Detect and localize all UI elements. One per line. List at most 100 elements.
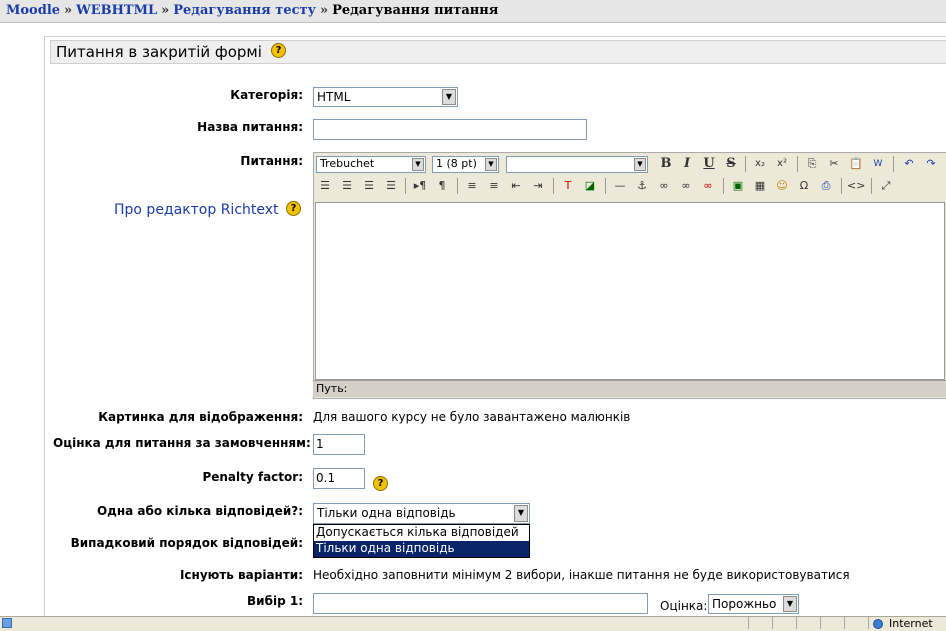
italic-button[interactable]: I bbox=[678, 155, 696, 173]
chevron-down-icon: ▼ bbox=[634, 158, 646, 171]
breadcrumb-course[interactable]: WEBHTML bbox=[76, 3, 157, 18]
breadcrumb-separator: » bbox=[319, 3, 329, 18]
ltr-icon[interactable]: ▸¶ bbox=[411, 177, 429, 195]
breadcrumb-moodle[interactable]: Moodle bbox=[6, 3, 60, 18]
breadcrumb-current: Редагування питання bbox=[332, 3, 499, 18]
chevron-down-icon: ▼ bbox=[412, 158, 424, 171]
style-select[interactable]: ▼ bbox=[506, 156, 648, 173]
image-icon[interactable]: ▣ bbox=[729, 177, 747, 195]
chevron-down-icon: ▼ bbox=[485, 158, 497, 171]
font-value: Trebuchet bbox=[320, 157, 375, 170]
toolbar-divider bbox=[605, 178, 606, 194]
table-icon[interactable]: ▦ bbox=[751, 177, 769, 195]
subscript-button[interactable]: x₂ bbox=[751, 155, 769, 173]
help-icon[interactable]: ? bbox=[271, 43, 286, 58]
toolbar-divider bbox=[553, 178, 554, 194]
text-color-icon[interactable]: T bbox=[559, 177, 577, 195]
size-select[interactable]: 1 (8 pt) ▼ bbox=[432, 156, 499, 173]
rtl-icon[interactable]: ¶ bbox=[433, 177, 451, 195]
left-margin bbox=[0, 23, 44, 616]
default-grade-input[interactable]: 1 bbox=[313, 434, 365, 455]
breadcrumb-edit-quiz[interactable]: Редагування тесту bbox=[173, 3, 316, 18]
paste-text-icon[interactable]: ⎙ bbox=[817, 177, 835, 195]
undo-icon[interactable]: ↶ bbox=[900, 155, 918, 173]
strikethrough-button[interactable]: S bbox=[722, 155, 740, 173]
link-icon[interactable]: ∞ bbox=[655, 177, 673, 195]
category-value: HTML bbox=[317, 90, 351, 104]
shuffle-label: Випадковий порядок відповідей: bbox=[70, 536, 303, 550]
dropdown-option-selected[interactable]: Тільки одна відповідь bbox=[314, 541, 529, 557]
single-answer-label: Одна або кілька відповідей?: bbox=[96, 504, 303, 518]
help-icon[interactable]: ? bbox=[286, 201, 301, 216]
editor-content-area[interactable] bbox=[315, 202, 945, 380]
single-answer-select[interactable]: Тільки одна відповідь ▼ bbox=[313, 503, 530, 524]
page-icon bbox=[2, 618, 12, 628]
chevron-down-icon: ▼ bbox=[442, 89, 456, 105]
nolink-icon[interactable]: ∞ bbox=[699, 177, 717, 195]
variants-text: Необхідно заповнити мінімум 2 вибори, ін… bbox=[313, 568, 850, 582]
category-select[interactable]: HTML ▼ bbox=[313, 87, 458, 107]
dropdown-option[interactable]: Допускається кілька відповідей bbox=[314, 525, 529, 541]
unordered-list-icon[interactable]: ≡ bbox=[485, 177, 503, 195]
editor-path-bar: Путь: bbox=[313, 380, 946, 397]
background-color-icon[interactable]: ◪ bbox=[581, 177, 599, 195]
toolbar-divider bbox=[871, 178, 872, 194]
section-title-text: Питання в закритій формі bbox=[56, 43, 262, 61]
breadcrumb-separator: » bbox=[64, 3, 73, 18]
copy-icon[interactable]: ⎘ bbox=[803, 155, 821, 173]
html-source-icon[interactable]: <> bbox=[847, 177, 865, 195]
toolbar-divider bbox=[841, 178, 842, 194]
chevron-down-icon: ▼ bbox=[783, 596, 797, 612]
redo-icon[interactable]: ↷ bbox=[922, 155, 940, 173]
image-message: Для вашого курсу не було завантажено мал… bbox=[313, 410, 631, 424]
paste-icon[interactable]: 📋 bbox=[847, 155, 865, 173]
anchor-icon[interactable]: ⚓ bbox=[633, 177, 651, 195]
image-label: Картинка для відображення: bbox=[98, 410, 303, 424]
horizontal-rule-icon[interactable]: — bbox=[611, 177, 629, 195]
ordered-list-icon[interactable]: ≡ bbox=[463, 177, 481, 195]
cut-icon[interactable]: ✂ bbox=[825, 155, 843, 173]
fullscreen-icon[interactable]: ⤢ bbox=[877, 177, 895, 195]
richtext-help-link[interactable]: Про редактор Richtext bbox=[114, 202, 279, 218]
penalty-input[interactable]: 0.1 bbox=[313, 468, 365, 489]
indent-icon[interactable]: ⇥ bbox=[529, 177, 547, 195]
toolbar-divider bbox=[405, 178, 406, 194]
default-grade-label: Оцінка для питання за замовченням: bbox=[53, 436, 311, 450]
status-cell bbox=[772, 617, 797, 629]
toolbar-divider bbox=[745, 156, 746, 172]
special-char-icon[interactable]: Ω bbox=[795, 177, 813, 195]
outdent-icon[interactable]: ⇤ bbox=[507, 177, 525, 195]
single-answer-dropdown: Допускається кілька відповідей Тільки од… bbox=[313, 524, 530, 558]
variants-label: Існують варіанти: bbox=[179, 568, 303, 582]
align-right-icon[interactable]: ☰ bbox=[360, 177, 378, 195]
align-left-icon[interactable]: ☰ bbox=[316, 177, 334, 195]
align-center-icon[interactable]: ☰ bbox=[338, 177, 356, 195]
font-select[interactable]: Trebuchet ▼ bbox=[316, 156, 426, 173]
smiley-icon[interactable]: ☺ bbox=[773, 177, 791, 195]
help-icon[interactable]: ? bbox=[373, 476, 388, 491]
editor-path-label: Путь: bbox=[316, 382, 348, 395]
choice-grade-value: Порожньо bbox=[712, 597, 777, 611]
bold-button[interactable]: B bbox=[657, 155, 675, 173]
paste-word-icon[interactable]: W bbox=[869, 155, 887, 173]
choice-grade-label: Оцінка: bbox=[660, 599, 708, 613]
toolbar-divider bbox=[893, 156, 894, 172]
choice-1-input[interactable] bbox=[313, 593, 648, 614]
choice-1-label: Вибір 1: bbox=[247, 594, 303, 608]
choice-grade-select[interactable]: Порожньо ▼ bbox=[708, 594, 799, 614]
superscript-button[interactable]: x² bbox=[773, 155, 791, 173]
underline-button[interactable]: U bbox=[700, 155, 718, 173]
question-text-label: Питання: bbox=[240, 154, 303, 168]
breadcrumb: Moodle» WEBHTML» Редагування тесту» Редагув… bbox=[0, 0, 946, 23]
unlink-icon[interactable]: ∞ bbox=[677, 177, 695, 195]
zone-label: Internet bbox=[889, 617, 933, 630]
category-label: Категорія: bbox=[230, 88, 303, 102]
section-title: Питання в закритій формі bbox=[56, 43, 262, 61]
breadcrumb-separator: » bbox=[161, 3, 170, 18]
single-answer-value: Тільки одна відповідь bbox=[317, 506, 456, 520]
status-cell bbox=[748, 617, 773, 629]
status-cell bbox=[796, 617, 821, 629]
justify-icon[interactable]: ☰ bbox=[382, 177, 400, 195]
question-name-label: Назва питання: bbox=[197, 120, 303, 134]
question-name-input[interactable] bbox=[313, 119, 587, 140]
